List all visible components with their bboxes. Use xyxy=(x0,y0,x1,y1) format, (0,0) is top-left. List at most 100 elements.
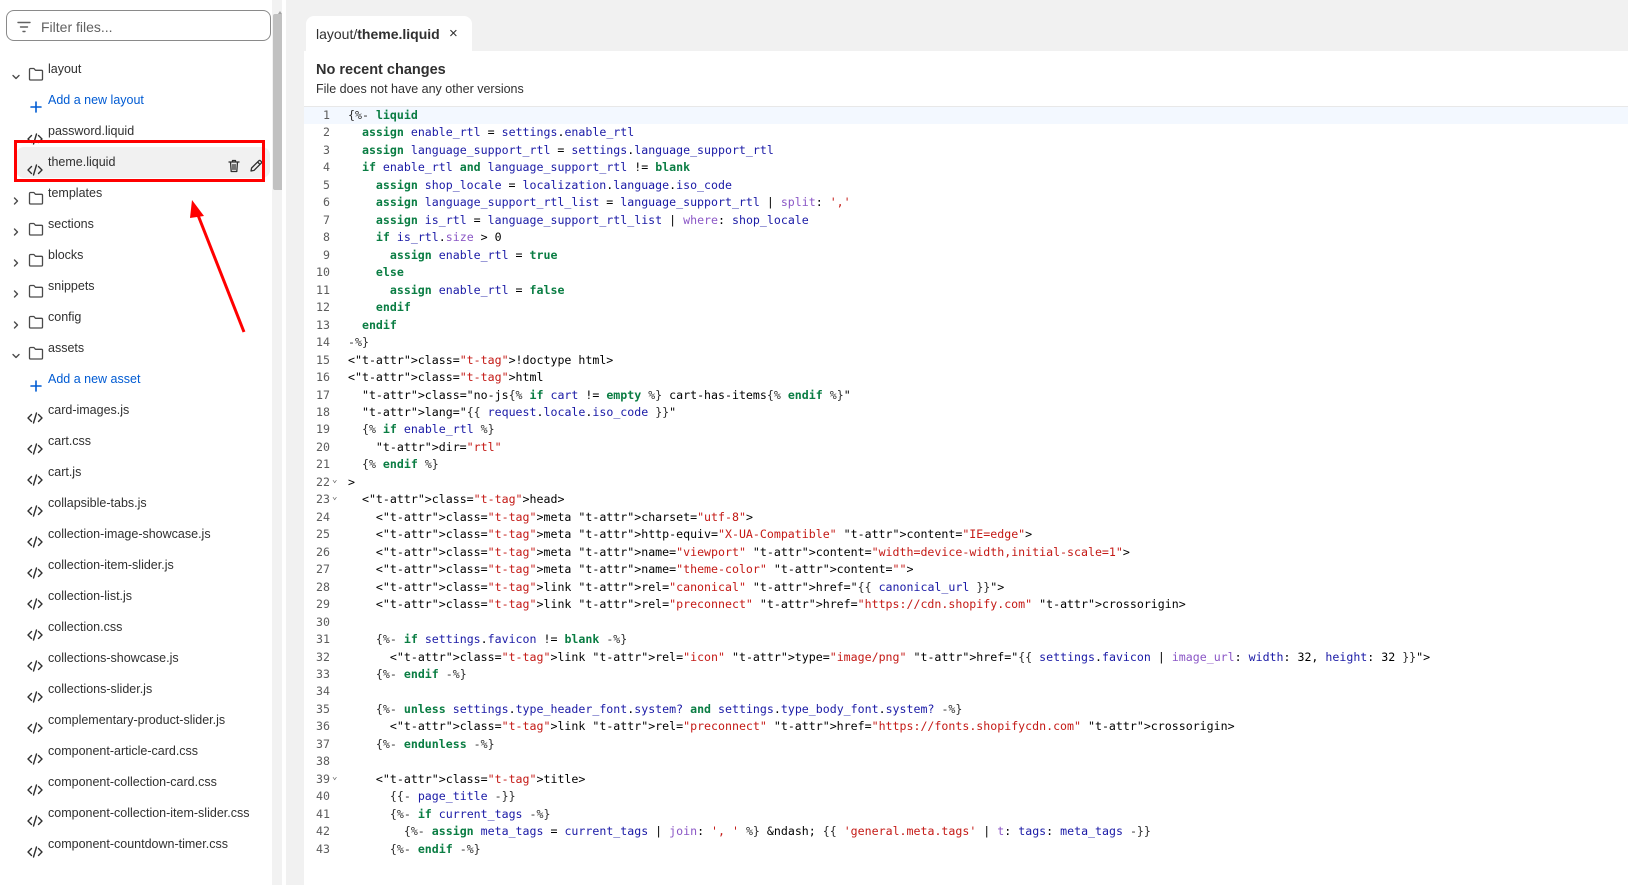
chevron-right-icon[interactable] xyxy=(10,188,22,205)
chevron-right-icon[interactable] xyxy=(10,312,22,329)
code-line[interactable]: 22 ⌄ > xyxy=(304,474,1628,491)
code-text: {% if enable_rtl %} xyxy=(361,422,495,437)
file-sidebar: layoutAdd a new layoutpassword.liquidthe… xyxy=(0,0,282,885)
code-line[interactable]: 10 else xyxy=(304,264,1628,281)
line-number: 39 xyxy=(316,771,330,786)
code-line[interactable]: 37 {%- endunless -%} xyxy=(304,736,1628,753)
file-component-collection-card-css[interactable]: component-collection-card.css xyxy=(0,767,282,798)
folder-icon xyxy=(28,62,44,81)
code-line[interactable]: 15 <"t-attr">class="t-tag">!doctype html> xyxy=(304,352,1628,369)
code-line[interactable]: 9 assign enable_rtl = true xyxy=(304,247,1628,264)
file-cart-js[interactable]: cart.js xyxy=(0,457,282,488)
filter-files-input[interactable] xyxy=(39,15,263,38)
filter-box[interactable] xyxy=(6,10,271,41)
code-file-icon xyxy=(27,653,43,672)
file-complementary-product-slider-js[interactable]: complementary-product-slider.js xyxy=(0,705,282,736)
chevron-right-icon[interactable] xyxy=(10,219,22,236)
code-line[interactable]: 2 assign enable_rtl = settings.enable_rt… xyxy=(304,124,1628,141)
code-line[interactable]: 34 xyxy=(304,683,1628,700)
code-file-icon xyxy=(27,684,43,703)
fold-chevron-icon[interactable]: ⌄ xyxy=(332,769,337,786)
code-file-icon xyxy=(27,498,43,517)
code-line[interactable]: 11 assign enable_rtl = false xyxy=(304,282,1628,299)
line-number: 36 xyxy=(316,719,330,734)
chevron-down-icon[interactable] xyxy=(10,343,22,359)
folder-layout[interactable]: layout xyxy=(0,54,282,85)
fold-chevron-icon[interactable]: ⌄ xyxy=(332,489,337,506)
sidebar-scrollbar-thumb[interactable] xyxy=(273,14,282,190)
tree-item-label: cart.js xyxy=(48,465,82,479)
file-card-images-js[interactable]: card-images.js xyxy=(0,395,282,426)
code-line[interactable]: 23 ⌄ <"t-attr">class="t-tag">head> xyxy=(304,491,1628,508)
fold-chevron-icon[interactable]: ⌄ xyxy=(332,472,337,489)
code-line[interactable]: 27 <"t-attr">class="t-tag">meta "t-attr"… xyxy=(304,561,1628,578)
code-line[interactable]: 39 ⌄ <"t-attr">class="t-tag">title> xyxy=(304,771,1628,788)
code-file-icon xyxy=(27,746,43,765)
file-collection-css[interactable]: collection.css xyxy=(0,612,282,643)
code-line[interactable]: 14 -%} xyxy=(304,334,1628,351)
file-collection-item-slider-js[interactable]: collection-item-slider.js xyxy=(0,550,282,581)
code-line[interactable]: 41 {%- if current_tags -%} xyxy=(304,806,1628,823)
code-line[interactable]: 16 <"t-attr">class="t-tag">html xyxy=(304,369,1628,386)
chevron-right-icon[interactable] xyxy=(10,281,22,298)
code-text: {%- assign meta_tags = current_tags | jo… xyxy=(403,824,1151,839)
line-number: 16 xyxy=(316,370,330,385)
code-line[interactable]: 18 "t-attr">lang="{{ request.locale.iso_… xyxy=(304,404,1628,421)
line-number: 43 xyxy=(316,841,330,856)
add-add-a-new-asset-link[interactable]: Add a new asset xyxy=(0,364,282,395)
chevron-down-icon[interactable] xyxy=(10,64,22,80)
code-line[interactable]: 26 <"t-attr">class="t-tag">meta "t-attr"… xyxy=(304,544,1628,561)
code-line[interactable]: 7 assign is_rtl = language_support_rtl_l… xyxy=(304,212,1628,229)
code-line[interactable]: 33 {%- endif -%} xyxy=(304,666,1628,683)
code-line[interactable]: 42 {%- assign meta_tags = current_tags |… xyxy=(304,823,1628,840)
code-line[interactable]: 5 assign shop_locale = localization.lang… xyxy=(304,177,1628,194)
code-area[interactable]: 1 {%- liquid 2 assign enable_rtl = setting… xyxy=(304,106,1628,885)
close-tab-icon[interactable]: × xyxy=(449,25,458,42)
line-number: 42 xyxy=(316,824,330,839)
file-collections-showcase-js[interactable]: collections-showcase.js xyxy=(0,643,282,674)
code-line[interactable]: 12 endif xyxy=(304,299,1628,316)
file-component-countdown-timer-css[interactable]: component-countdown-timer.css xyxy=(0,829,282,860)
code-line[interactable]: 31 {%- if settings.favicon != blank -%} xyxy=(304,631,1628,648)
tree-item-label: Add a new asset xyxy=(48,372,141,386)
code-line[interactable]: 4 if enable_rtl and language_support_rtl… xyxy=(304,159,1628,176)
file-component-article-card-css[interactable]: component-article-card.css xyxy=(0,736,282,767)
code-line[interactable]: 19 {% if enable_rtl %} xyxy=(304,421,1628,438)
code-line[interactable]: 25 <"t-attr">class="t-tag">meta "t-attr"… xyxy=(304,526,1628,543)
code-text: else xyxy=(375,265,404,280)
code-line[interactable]: 3 assign language_support_rtl = settings… xyxy=(304,142,1628,159)
file-component-collection-item-slider-css[interactable]: component-collection-item-slider.css xyxy=(0,798,282,829)
code-line[interactable]: 21 {% endif %} xyxy=(304,456,1628,473)
code-line[interactable]: 1 {%- liquid xyxy=(304,107,1628,125)
line-number: 33 xyxy=(316,667,330,681)
line-number: 7 xyxy=(323,212,330,227)
code-line[interactable]: 38 xyxy=(304,753,1628,770)
code-line[interactable]: 30 xyxy=(304,614,1628,631)
file-collection-image-showcase-js[interactable]: collection-image-showcase.js xyxy=(0,519,282,550)
file-collapsible-tabs-js[interactable]: collapsible-tabs.js xyxy=(0,488,282,519)
code-line[interactable]: 20 "t-attr">dir="rtl" xyxy=(304,439,1628,456)
chevron-right-icon[interactable] xyxy=(10,250,22,267)
code-line[interactable]: 28 <"t-attr">class="t-tag">link "t-attr"… xyxy=(304,579,1628,596)
code-line[interactable]: 24 <"t-attr">class="t-tag">meta "t-attr"… xyxy=(304,509,1628,526)
file-cart-css[interactable]: cart.css xyxy=(0,426,282,457)
code-text: "t-attr">lang="{{ request.locale.iso_cod… xyxy=(361,404,677,419)
line-number: 40 xyxy=(316,789,330,804)
code-line[interactable]: 29 <"t-attr">class="t-tag">link "t-attr"… xyxy=(304,596,1628,613)
code-line[interactable]: 35 {%- unless settings.type_header_font.… xyxy=(304,701,1628,718)
code-line[interactable]: 8 if is_rtl.size > 0 xyxy=(304,229,1628,246)
code-line[interactable]: 32 <"t-attr">class="t-tag">link "t-attr"… xyxy=(304,649,1628,666)
code-line[interactable]: 6 assign language_support_rtl_list = lan… xyxy=(304,194,1628,211)
folder-icon xyxy=(28,186,44,205)
code-line[interactable]: 40 {{- page_title -}} xyxy=(304,788,1628,805)
file-collections-slider-js[interactable]: collections-slider.js xyxy=(0,674,282,705)
code-line[interactable]: 36 <"t-attr">class="t-tag">link "t-attr"… xyxy=(304,718,1628,735)
file-collection-list-js[interactable]: collection-list.js xyxy=(0,581,282,612)
add-add-a-new-layout-link[interactable]: Add a new layout xyxy=(0,85,282,116)
code-line[interactable]: 43 {%- endif -%} xyxy=(304,841,1628,858)
tab-theme-liquid[interactable]: layout/theme.liquid × xyxy=(306,16,472,52)
pane-divider[interactable] xyxy=(286,0,304,885)
code-text: {{- page_title -}} xyxy=(389,789,516,804)
code-line[interactable]: 17 "t-attr">class="no-js{% if cart != em… xyxy=(304,387,1628,404)
code-line[interactable]: 13 endif xyxy=(304,317,1628,334)
